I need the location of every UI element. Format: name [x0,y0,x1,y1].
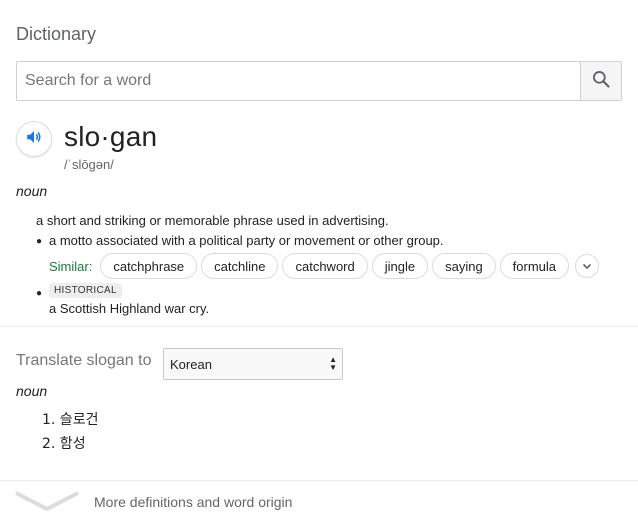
language-select[interactable]: Korean ▲ ▼ [163,348,343,380]
section-divider [0,326,638,327]
select-arrows-icon: ▲ ▼ [329,355,337,372]
headword: slo·gan [64,121,158,152]
definition-1: a short and striking or memorable phrase… [36,213,389,228]
dictionary-card: Dictionary slo·gan /ˈslōɡən/ noun a shor… [0,0,638,521]
register-tag: HISTORICAL [49,283,122,298]
pronunciation-button[interactable] [16,121,52,157]
part-of-speech: noun [16,183,48,199]
selected-language: Korean [170,356,212,372]
definition-3: a Scottish Highland war cry. [49,301,210,316]
more-definitions-link[interactable]: More definitions and word origin [0,481,638,521]
bullet: ● [36,288,43,299]
bullet: ● [36,236,43,247]
similar-chip[interactable]: saying [432,253,496,279]
translate-label: Translate slogan to [16,352,152,369]
card-title: Dictionary [16,24,97,44]
similar-chip[interactable]: catchline [201,253,279,279]
translation-part-of-speech: noun [16,383,48,399]
translation-item: 2. 함성 [42,436,86,452]
chevron-down-icon [14,487,80,518]
definition-2: a motto associated with a political part… [49,233,444,248]
similar-words: Similar: catchphrase catchline catchword… [49,253,600,279]
similar-chip[interactable]: catchphrase [100,253,198,279]
more-definitions-label: More definitions and word origin [94,494,293,510]
search-icon [591,69,611,94]
similar-chip[interactable]: formula [499,253,570,279]
speaker-icon [25,128,43,151]
search-box [16,61,622,101]
search-button[interactable] [580,62,621,100]
similar-chip[interactable]: jingle [371,253,429,279]
translation-item: 1. 슬로건 [42,412,99,428]
similar-label: Similar: [49,258,93,274]
phonetic: /ˈslōɡən/ [64,157,114,172]
expand-chevron-icon [582,263,592,270]
expand-similar-button[interactable] [575,254,600,278]
similar-chip[interactable]: catchword [282,253,368,279]
search-input[interactable] [17,62,580,100]
